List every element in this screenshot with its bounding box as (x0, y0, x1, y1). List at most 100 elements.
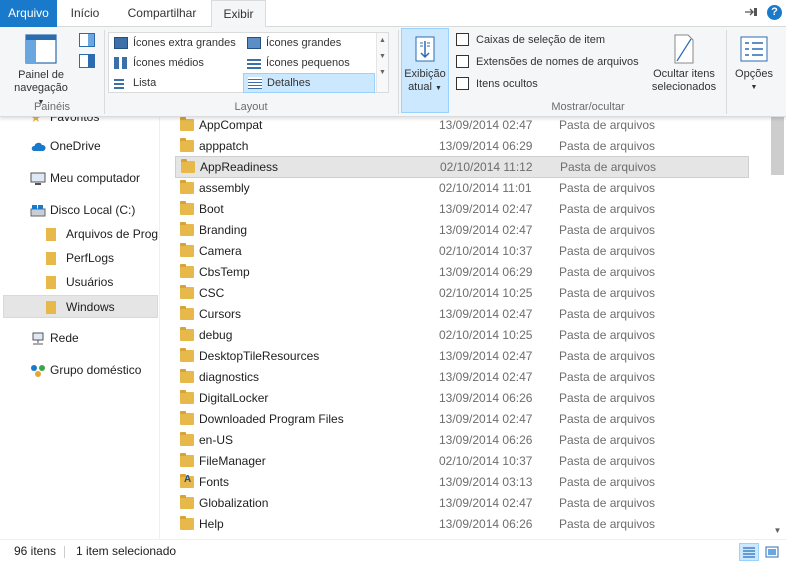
nav-item-program-files[interactable]: Arquivos de Prog (0, 223, 158, 246)
layout-details-label: Detalhes (267, 77, 311, 89)
file-date: 13/09/2014 02:47 (439, 202, 533, 216)
layout-gallery-scrollbar[interactable]: ▲ ▼ ▼ (376, 33, 388, 92)
item-checkboxes-option[interactable]: Caixas de seleção de item (456, 33, 605, 49)
nav-item-users[interactable]: Usuários (0, 271, 158, 294)
hidden-items-checkbox[interactable] (456, 77, 469, 90)
help-icon[interactable]: ? (767, 5, 782, 20)
folder-icon (46, 276, 56, 289)
tab-file[interactable]: Arquivo (0, 0, 57, 27)
chevron-down-icon[interactable]: ▼ (769, 522, 786, 539)
table-row[interactable]: Help 13/09/2014 06:26 Pasta de arquivos (175, 514, 749, 535)
large-icons-view-icon (765, 546, 779, 558)
table-row[interactable]: AppCompat 13/09/2014 02:47 Pasta de arquiv… (175, 117, 749, 136)
file-extensions-option[interactable]: Extensões de nomes de arquivos (456, 55, 639, 71)
hidden-items-label: Itens ocultos (476, 78, 538, 90)
file-name: Camera (199, 244, 242, 258)
layout-large-icons-label: Ícones grandes (266, 37, 342, 49)
file-list-scrollbar[interactable]: ▼ (769, 117, 786, 539)
table-row[interactable]: en-US 13/09/2014 06:26 Pasta de arquivos (175, 430, 749, 451)
layout-details[interactable]: Detalhes (243, 73, 375, 93)
tab-home[interactable]: Início (57, 0, 113, 27)
expand-gallery-icon[interactable]: ▼ (377, 65, 388, 81)
scrollbar-thumb[interactable] (771, 117, 784, 175)
layout-large-icons[interactable]: Ícones grandes (243, 34, 373, 52)
nav-item-onedrive[interactable]: OneDrive (0, 135, 158, 158)
file-name: DesktopTileResources (199, 349, 320, 363)
layout-extra-large-icons[interactable]: Ícones extra grandes (110, 34, 242, 52)
layout-medium-icons-label: Ícones médios (133, 57, 204, 69)
chevron-up-icon[interactable]: ▲ (377, 33, 388, 49)
folder-icon (46, 252, 56, 265)
table-row[interactable]: Branding 13/09/2014 02:47 Pasta de arquivo… (175, 220, 749, 241)
fonts-folder-icon: A (180, 474, 194, 488)
current-view-button[interactable]: Exibição atual ▼ (401, 28, 449, 113)
nav-item-windows[interactable]: Windows (3, 295, 158, 318)
table-row[interactable]: CSC 02/10/2014 10:25 Pasta de arquivos (175, 283, 749, 304)
file-type: Pasta de arquivos (559, 202, 656, 216)
folder-icon (180, 432, 194, 446)
table-row[interactable]: DigitalLocker 13/09/2014 06:26 Pasta de ar… (175, 388, 749, 409)
nav-item-homegroup[interactable]: Grupo doméstico (0, 359, 158, 382)
nav-item-perflogs[interactable]: PerfLogs (0, 247, 158, 270)
nav-item-computer[interactable]: Meu computador (0, 167, 158, 190)
file-type: Pasta de arquivos (559, 223, 656, 237)
layout-list-label: Lista (133, 77, 157, 89)
item-checkboxes-label: Caixas de seleção de item (476, 34, 606, 46)
table-row[interactable]: debug 02/10/2014 10:25 Pasta de arquivos (175, 325, 749, 346)
table-row[interactable]: Downloaded Program Files 13/09/2014 02:47… (175, 409, 749, 430)
table-row[interactable]: DesktopTileResources 13/09/2014 02:47 Past… (175, 346, 749, 367)
table-row[interactable]: assembly 02/10/2014 11:01 Pasta de arquivo… (175, 178, 749, 199)
preview-pane-icon[interactable] (79, 33, 95, 47)
layout-medium-icons[interactable]: Ícones médios (110, 54, 242, 72)
table-row[interactable]: A Fonts 13/09/2014 03:13 Pasta de arquivos (175, 472, 749, 493)
hide-selected-icon (674, 34, 694, 64)
status-divider (64, 546, 65, 558)
navigation-pane-button[interactable]: Painel de navegação ▼ (10, 31, 72, 106)
table-row-selected[interactable]: AppReadiness 02/10/2014 11:12 Pasta de arq… (175, 156, 749, 178)
nav-item-network[interactable]: Rede (0, 327, 158, 350)
file-name: AppReadiness (200, 160, 279, 174)
nav-local-disk-label: Disco Local (C:) (50, 203, 136, 217)
table-row[interactable]: CbsTemp 13/09/2014 06:29 Pasta de arquivos (175, 262, 749, 283)
file-extensions-checkbox[interactable] (456, 55, 469, 68)
table-row[interactable]: Cursors 13/09/2014 02:47 Pasta de arquivos (175, 304, 749, 325)
details-pane-icon[interactable] (79, 54, 95, 68)
minimize-ribbon-icon[interactable] (742, 4, 760, 22)
group-divider (398, 30, 399, 114)
layout-list[interactable]: Lista (110, 74, 242, 92)
file-name: Downloaded Program Files (199, 412, 344, 426)
table-row[interactable]: apppatch 13/09/2014 06:29 Pasta de arquivo… (175, 136, 749, 157)
tab-share[interactable]: Compartilhar (113, 0, 211, 27)
nav-perflogs-label: PerfLogs (66, 251, 115, 265)
folder-icon (180, 495, 194, 509)
table-row[interactable]: FileManager 02/10/2014 10:37 Pasta de arqu… (175, 451, 749, 472)
file-type: Pasta de arquivos (559, 475, 656, 489)
table-row[interactable]: Camera 02/10/2014 10:37 Pasta de arquivos (175, 241, 749, 262)
chevron-down-icon[interactable]: ▼ (377, 49, 388, 65)
navigation-pane-label-2: navegação (14, 82, 68, 94)
large-icons-view-button[interactable] (762, 543, 782, 561)
options-button[interactable]: Opções ▼ (730, 31, 778, 97)
file-name: Globalization (199, 496, 269, 510)
folder-icon (180, 516, 194, 530)
table-row[interactable]: Globalization 13/09/2014 02:47 Pasta de ar… (175, 493, 749, 514)
nav-users-label: Usuários (66, 275, 114, 289)
item-checkboxes-checkbox[interactable] (456, 33, 469, 46)
details-view-button[interactable] (739, 543, 759, 561)
tab-view[interactable]: Exibir (211, 0, 266, 28)
navigation-pane-icon (25, 34, 57, 64)
file-date: 02/10/2014 10:25 (439, 286, 533, 300)
layout-small-icons[interactable]: Ícones pequenos (243, 54, 373, 72)
table-row[interactable]: diagnostics 13/09/2014 02:47 Pasta de arqu… (175, 367, 749, 388)
nav-item-local-disk[interactable]: Disco Local (C:) (0, 199, 158, 222)
file-name: en-US (199, 433, 234, 447)
file-name: CbsTemp (199, 265, 250, 279)
list-icon (114, 77, 124, 89)
hidden-items-option[interactable]: Itens ocultos (456, 77, 538, 93)
folder-icon (180, 222, 194, 236)
file-extensions-label: Extensões de nomes de arquivos (476, 56, 639, 68)
hide-selected-items-button[interactable]: Ocultar itens selecionados (646, 31, 722, 97)
file-date: 13/09/2014 06:26 (439, 517, 533, 531)
file-name: AppCompat (199, 118, 263, 132)
table-row[interactable]: Boot 13/09/2014 02:47 Pasta de arquivos (175, 199, 749, 220)
